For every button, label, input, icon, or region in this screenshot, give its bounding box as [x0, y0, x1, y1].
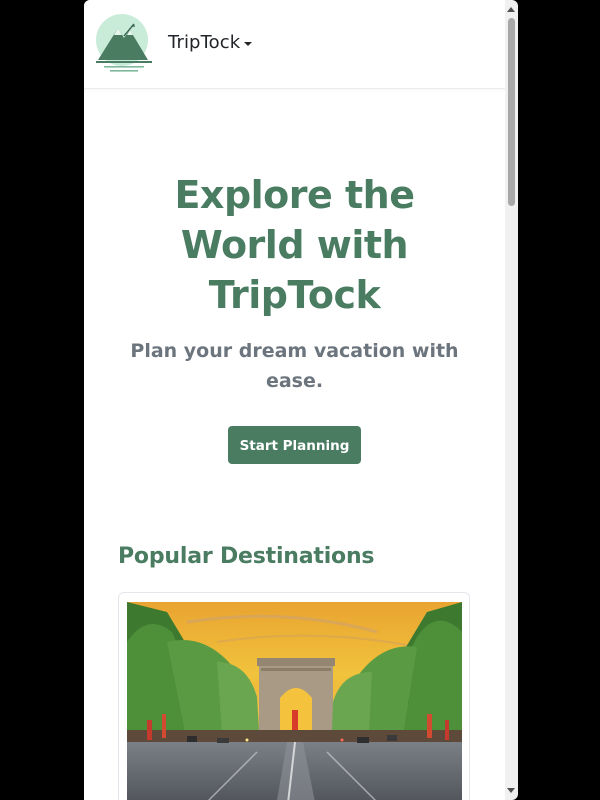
triptock-logo[interactable]	[94, 14, 154, 74]
brand-dropdown[interactable]: TripTock	[168, 32, 253, 53]
vertical-scrollbar[interactable]	[505, 0, 518, 800]
destination-photo	[127, 602, 462, 800]
hero-section: Explore the World with TripTock Plan you…	[84, 170, 505, 464]
hero-subtitle: Plan your dream vacation with ease.	[130, 340, 459, 392]
scroll-up-arrow-icon[interactable]	[507, 7, 515, 12]
scroll-thumb[interactable]	[508, 18, 515, 206]
page-viewport: TripTock Explore the World with TripTock…	[84, 0, 505, 800]
start-planning-button[interactable]: Start Planning	[228, 426, 361, 464]
brand-name: TripTock	[168, 32, 241, 53]
scroll-down-arrow-icon[interactable]	[507, 788, 515, 793]
site-header: TripTock	[84, 0, 505, 89]
popular-destinations-title: Popular Destinations	[118, 544, 375, 569]
hero-title: Explore the World with TripTock	[174, 173, 415, 317]
arc-de-triomphe	[257, 658, 335, 730]
destination-card[interactable]	[118, 592, 470, 800]
caret-down-icon	[244, 41, 253, 46]
